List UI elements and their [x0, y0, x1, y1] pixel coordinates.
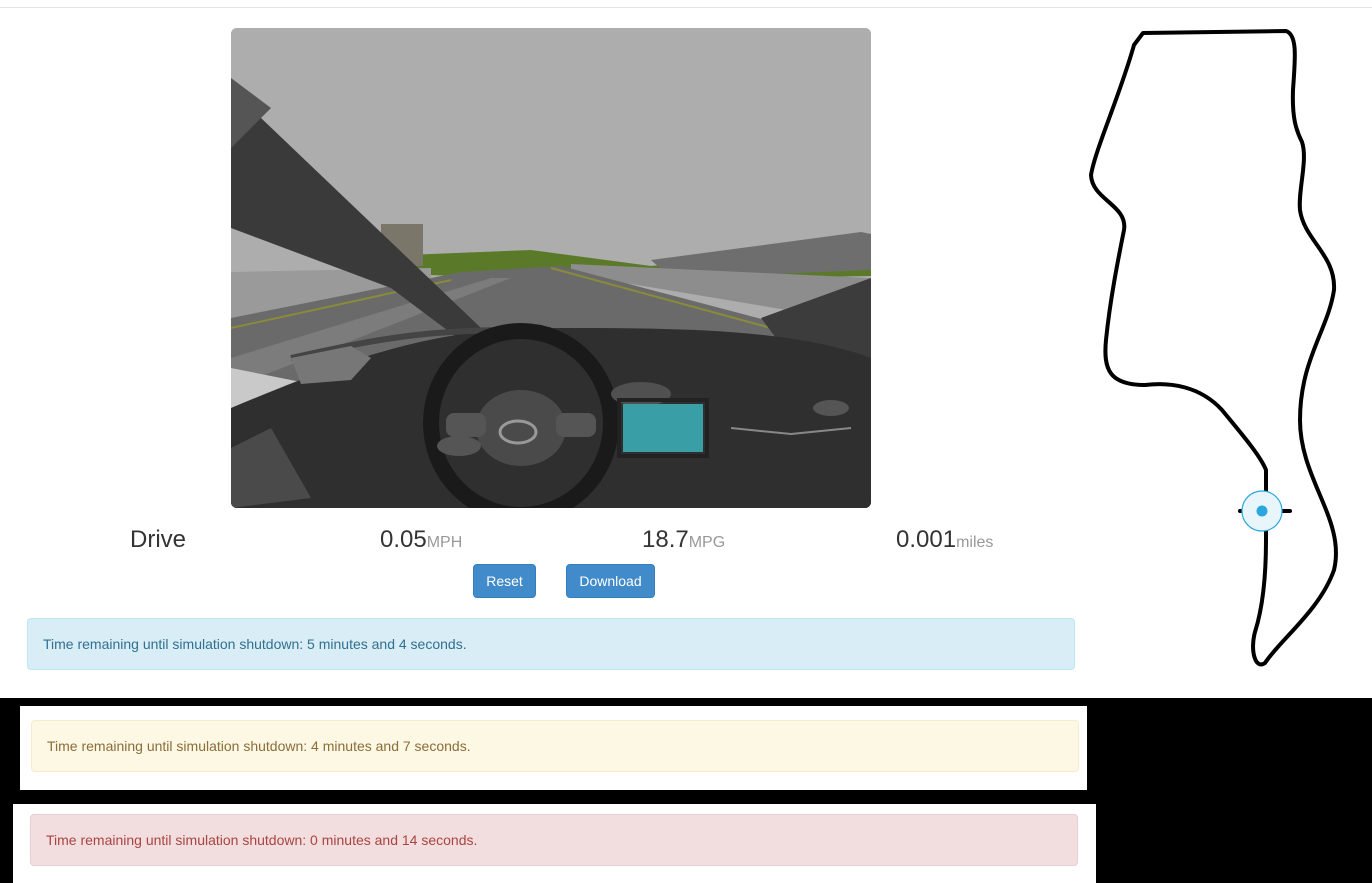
distance-value: 0.001: [896, 526, 957, 553]
track-map: [1089, 29, 1338, 667]
efficiency-value: 18.7: [642, 526, 689, 553]
speed-unit: MPH: [426, 534, 463, 551]
speed-readout: 0.05MPH: [380, 526, 462, 554]
alert-warning-text: Time remaining until simulation shutdown…: [47, 738, 471, 754]
warning-frame: Time remaining until simulation shutdown…: [20, 706, 1087, 790]
efficiency-unit: MPG: [688, 534, 726, 551]
simulator-panel: Drive 0.05MPH 18.7MPG 0.001miles Reset D…: [0, 0, 1372, 698]
track-outline: [1089, 29, 1338, 667]
efficiency-readout: 18.7MPG: [642, 526, 725, 554]
distance-readout: 0.001miles: [896, 526, 993, 554]
alert-danger: Time remaining until simulation shutdown…: [30, 814, 1078, 866]
reset-button[interactable]: Reset: [473, 564, 536, 598]
drive-mode-label: Drive: [130, 526, 187, 553]
alert-danger-text: Time remaining until simulation shutdown…: [46, 832, 478, 848]
top-divider: [0, 7, 1372, 8]
speed-value: 0.05: [380, 526, 427, 553]
download-button[interactable]: Download: [566, 564, 655, 598]
distance-unit: miles: [956, 534, 994, 551]
alert-info-text: Time remaining until simulation shutdown…: [43, 636, 467, 652]
danger-frame: Time remaining until simulation shutdown…: [13, 804, 1096, 883]
alert-warning: Time remaining until simulation shutdown…: [31, 720, 1079, 772]
driver-view-canvas[interactable]: [231, 28, 871, 508]
alert-info: Time remaining until simulation shutdown…: [27, 618, 1075, 670]
current-position-icon: [1241, 490, 1283, 532]
driver-view-scene: [231, 28, 871, 508]
